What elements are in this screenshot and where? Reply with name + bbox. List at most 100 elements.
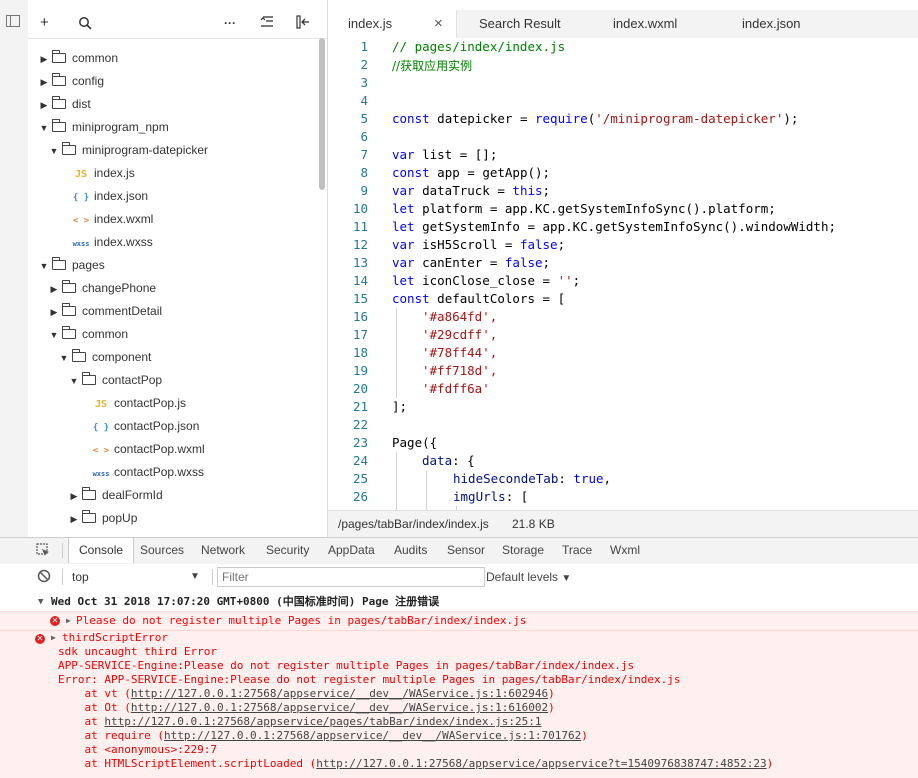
tab-sensor[interactable]: Sensor	[447, 538, 485, 563]
error-message-third-script[interactable]: ✕ ▶ thirdScriptError sdk uncaught third …	[0, 630, 918, 778]
tab-trace[interactable]: Trace	[562, 538, 592, 563]
more-icon[interactable]: ···	[224, 13, 236, 33]
folder-open-icon	[72, 349, 86, 362]
tab-security[interactable]: Security	[266, 538, 309, 563]
tab-index-wxml[interactable]: index.wxml	[613, 10, 677, 38]
stack-line: at vt (http://127.0.0.1:27568/appservice…	[58, 687, 555, 700]
tree-folder-dealformid[interactable]: ▶ dealFormId	[68, 484, 163, 507]
log-levels-select[interactable]: Default levels ▼	[486, 567, 571, 589]
tree-folder-pages[interactable]: ▼ pages	[38, 254, 105, 277]
tab-audits[interactable]: Audits	[394, 538, 427, 563]
code-line: var dataTruck = this;	[392, 183, 551, 198]
tree-file-contactpop-wxml[interactable]: < > contactPop.wxml	[92, 438, 205, 461]
log-group-header[interactable]: ▼ Wed Oct 31 2018 17:07:20 GMT+0800 (中国标…	[0, 593, 918, 611]
tree-folder-commentdetail[interactable]: ▶ commentDetail	[48, 300, 162, 323]
sort-icon[interactable]	[260, 13, 274, 33]
tree-label: commentDetail	[82, 304, 163, 318]
tree-folder-config[interactable]: ▶ config	[38, 70, 104, 93]
tree-folder-component[interactable]: ▼ component	[58, 346, 151, 369]
code-line: hideSecondeTab: true,	[453, 471, 612, 486]
folder-icon	[52, 73, 66, 86]
wxml-file-icon: < >	[72, 216, 90, 226]
tab-storage[interactable]: Storage	[502, 538, 544, 563]
filter-input[interactable]	[217, 567, 485, 587]
code-line: const defaultColors = [	[392, 291, 566, 306]
chevron-down-icon: ▼	[190, 571, 200, 582]
tree-label: changePhone	[82, 281, 157, 295]
line-number: 17	[352, 327, 368, 342]
code-editor[interactable]: 1 // pages/index/index.js 2 //获取应用实例 3 4…	[328, 38, 918, 510]
console-filter-bar: top ▼ Default levels ▼	[0, 564, 918, 591]
tree-file-index-wxml[interactable]: < > index.wxml	[72, 208, 154, 231]
tab-search-result[interactable]: Search Result	[479, 10, 561, 38]
group-header-text: Wed Oct 31 2018 17:07:20 GMT+0800 (中国标准时…	[51, 595, 440, 608]
error-message[interactable]: ✕ ▶ Please do not register multiple Page…	[0, 611, 918, 630]
code-line: const app = getApp();	[392, 165, 551, 180]
tree-file-index-js[interactable]: JS index.js	[72, 162, 135, 185]
folder-icon	[82, 510, 96, 523]
stack-link[interactable]: http://127.0.0.1:27568/appservice/pages/…	[104, 715, 541, 728]
divider	[62, 569, 63, 585]
tree-label: contactPop.json	[114, 419, 200, 433]
file-explorer: + ··· ▶ common ▶ config ▶ dist ▼ miniprogram…	[28, 0, 328, 537]
tree-label: config	[72, 74, 105, 88]
stack-link[interactable]: http://127.0.0.1:27568/appservice/__dev_…	[164, 729, 581, 742]
stack-link[interactable]: http://127.0.0.1:27568/appservice/appser…	[316, 757, 766, 770]
wxml-file-icon: < >	[92, 446, 110, 456]
activity-strip	[0, 0, 29, 537]
tree-file-contactpop-wxss[interactable]: wxss contactPop.wxss	[92, 461, 204, 484]
tree-folder-changephone[interactable]: ▶ changePhone	[48, 277, 156, 300]
tab-sources[interactable]: Sources	[140, 538, 184, 563]
stack-link[interactable]: http://127.0.0.1:27568/appservice/__dev_…	[131, 701, 548, 714]
add-file-icon[interactable]: +	[40, 13, 49, 33]
tree-file-contactpop-js[interactable]: JS contactPop.js	[92, 392, 186, 415]
explorer-scrollbar[interactable]	[319, 38, 325, 190]
tab-wxml[interactable]: Wxml	[610, 538, 640, 563]
indent-guide	[426, 470, 427, 510]
line-number: 9	[360, 183, 368, 198]
code-line: let getSystemInfo = app.KC.getSystemInfo…	[392, 219, 837, 234]
tree-folder-miniprogram-datepicker[interactable]: ▼ miniprogram-datepicker	[48, 139, 208, 162]
line-number: 16	[352, 309, 368, 324]
expand-icon: ▶	[51, 633, 56, 642]
tree-label: pages	[72, 258, 105, 272]
tree-label: index.wxml	[94, 212, 154, 226]
tab-index-js[interactable]: index.js ×	[328, 10, 457, 38]
line-number: 12	[352, 237, 368, 252]
stack-link[interactable]: http://127.0.0.1:27568/appservice/__dev_…	[131, 687, 548, 700]
code-line: ];	[392, 399, 408, 414]
tree-file-index-wxss[interactable]: wxss index.wxss	[72, 231, 153, 254]
tab-console[interactable]: Console	[68, 538, 135, 563]
tree-label: index.js	[94, 166, 135, 180]
tree-folder-common[interactable]: ▶ common	[38, 47, 118, 70]
tree-label: index.wxss	[94, 235, 153, 249]
tree-folder-miniprogram-npm[interactable]: ▼ miniprogram_npm	[38, 116, 169, 139]
tree-file-index-json[interactable]: { } index.json	[72, 185, 148, 208]
tree-file-contactpop-json[interactable]: { } contactPop.json	[92, 415, 200, 438]
line-number: 14	[352, 273, 368, 288]
close-icon[interactable]: ×	[434, 10, 443, 38]
tree-label: miniprogram_npm	[72, 120, 169, 134]
tree-folder-dist[interactable]: ▶ dist	[38, 93, 91, 116]
tree-label: dealFormId	[102, 488, 163, 502]
inspect-icon[interactable]	[36, 538, 50, 563]
tree-folder-common-2[interactable]: ▼ common	[48, 323, 128, 346]
line-number: 8	[360, 165, 368, 180]
panel-toggle-icon[interactable]	[6, 15, 20, 27]
code-line: Page({	[392, 435, 438, 450]
collapse-all-icon[interactable]	[296, 13, 310, 33]
folder-open-icon	[62, 326, 76, 339]
folder-icon	[52, 50, 66, 63]
context-select[interactable]: top ▼	[66, 567, 208, 587]
tab-appdata[interactable]: AppData	[328, 538, 375, 563]
tab-network[interactable]: Network	[201, 538, 245, 563]
tab-label: index.js	[348, 16, 393, 31]
search-icon[interactable]	[78, 13, 92, 33]
tree-folder-contactpop[interactable]: ▼ contactPop	[68, 369, 162, 392]
tree-folder-popup[interactable]: ▶ popUp	[68, 507, 137, 530]
clear-console-icon[interactable]	[37, 569, 51, 586]
tab-index-json[interactable]: index.json	[742, 10, 801, 38]
line-number: 13	[352, 255, 368, 270]
code-line: '#ff718d',	[422, 363, 498, 378]
stack-line: at http://127.0.0.1:27568/appservice/pag…	[58, 715, 542, 728]
